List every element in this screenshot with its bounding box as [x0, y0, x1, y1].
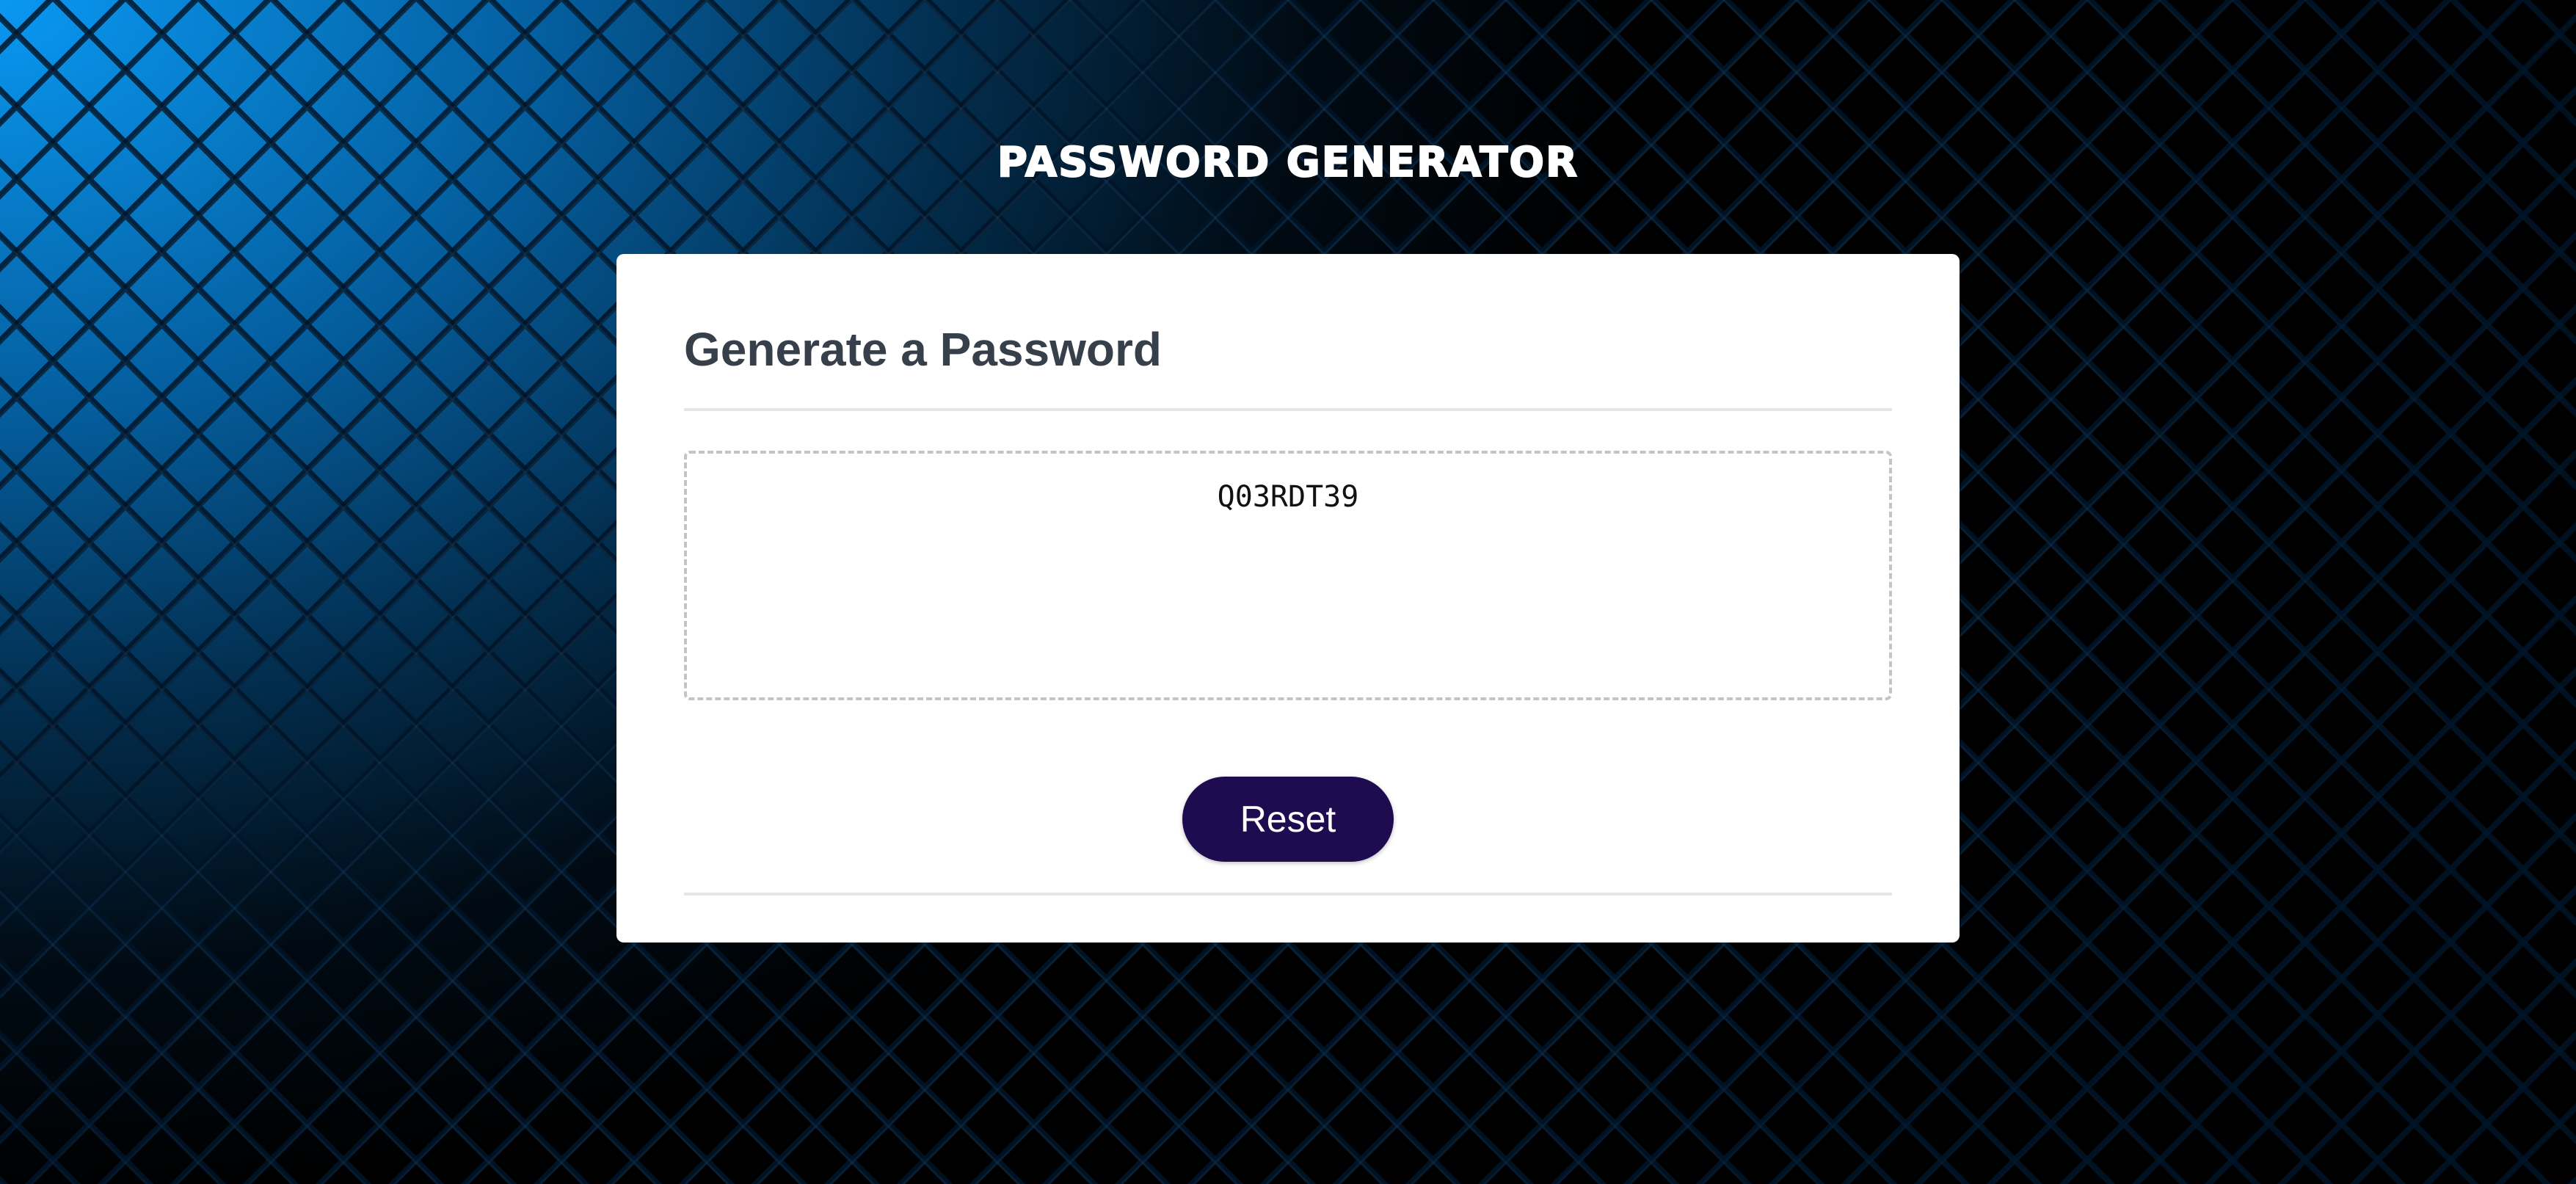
card-body: Q03RDT39 [684, 451, 1892, 704]
page-title: PASSWORD GENERATOR [997, 138, 1579, 187]
password-output[interactable]: Q03RDT39 [684, 451, 1892, 700]
card-header: Generate a Password [684, 320, 1892, 411]
reset-button[interactable]: Reset [1182, 777, 1394, 862]
card-title: Generate a Password [684, 323, 1162, 376]
password-card: Generate a Password Q03RDT39 Reset [616, 254, 1960, 943]
card-footer: Reset [684, 760, 1892, 896]
